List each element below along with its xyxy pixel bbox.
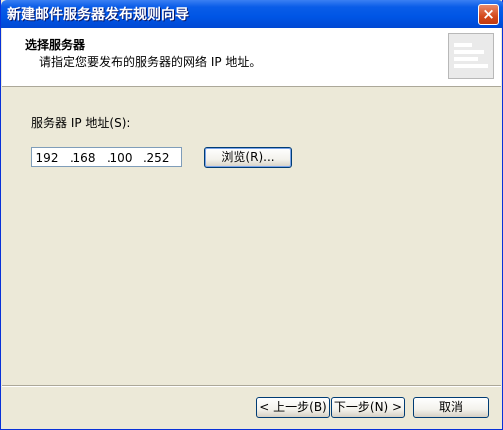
- wizard-header: 选择服务器 请指定您要发布的服务器的网络 IP 地址。: [2, 28, 501, 87]
- cancel-button[interactable]: 取消: [413, 397, 489, 418]
- window-title: 新建邮件服务器发布规则向导: [7, 7, 189, 23]
- close-icon: ×: [482, 5, 495, 23]
- ip-octet-4[interactable]: 252: [146, 151, 170, 165]
- title-bar[interactable]: 新建邮件服务器发布规则向导 ×: [1, 0, 503, 28]
- page-title: 选择服务器: [25, 38, 86, 52]
- footer-divider: [2, 385, 501, 387]
- next-button[interactable]: 下一步(N) >: [331, 397, 405, 418]
- ip-octet-1[interactable]: 192: [35, 151, 59, 165]
- page-subtitle: 请指定您要发布的服务器的网络 IP 地址。: [39, 55, 262, 69]
- wizard-graphic-icon: [448, 33, 494, 79]
- wizard-window: 新建邮件服务器发布规则向导 × 选择服务器 请指定您要发布的服务器的网络 IP …: [0, 0, 503, 430]
- back-button[interactable]: < 上一步(B): [256, 397, 330, 418]
- browse-button[interactable]: 浏览(R)...: [204, 147, 292, 168]
- ip-octet-3[interactable]: 100: [109, 151, 133, 165]
- server-ip-label: 服务器 IP 地址(S):: [31, 116, 131, 130]
- close-button[interactable]: ×: [478, 4, 499, 25]
- server-ip-input[interactable]: 192 . 168 . 100 . 252: [31, 147, 182, 167]
- ip-octet-2[interactable]: 168: [72, 151, 96, 165]
